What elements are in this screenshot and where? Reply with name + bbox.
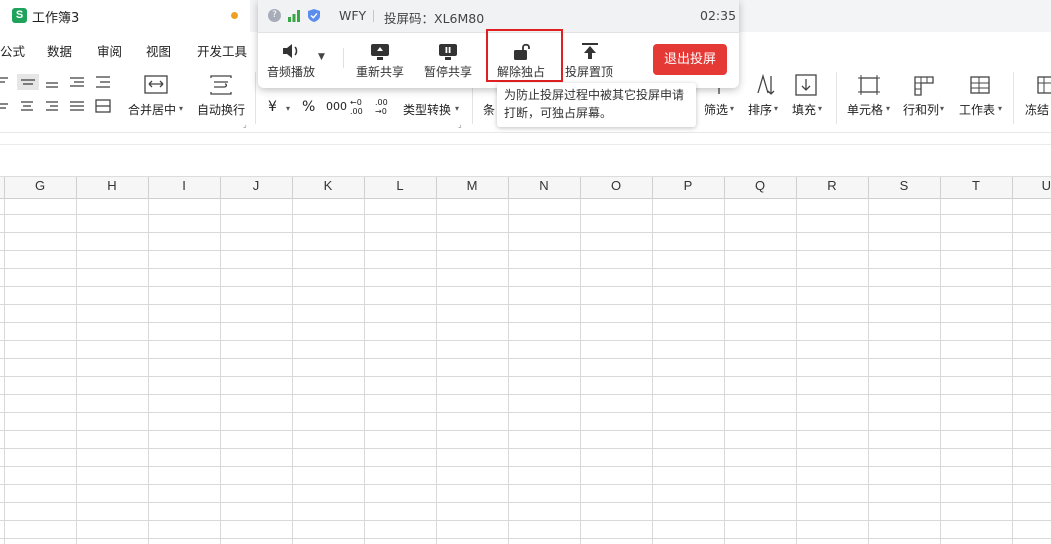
- sort-label[interactable]: 排序: [748, 101, 772, 118]
- freeze-label[interactable]: 冻结: [1025, 101, 1049, 118]
- merge-center-label[interactable]: 合并居中: [128, 101, 176, 118]
- column-header[interactable]: S: [868, 178, 940, 193]
- pin-top-label[interactable]: 投屏置顶: [565, 63, 613, 80]
- speaker-icon[interactable]: [281, 43, 301, 59]
- column-header[interactable]: G: [4, 178, 76, 193]
- thousands-button[interactable]: 000: [326, 100, 347, 113]
- unsaved-indicator: [231, 12, 238, 19]
- freeze-icon[interactable]: [1035, 74, 1051, 96]
- pin-top-icon[interactable]: [581, 42, 599, 60]
- reshare-label[interactable]: 重新共享: [356, 63, 404, 80]
- menu-data[interactable]: 数据: [47, 41, 72, 60]
- column-header[interactable]: I: [148, 178, 220, 193]
- worksheet-icon[interactable]: [968, 74, 992, 96]
- row-col-icon[interactable]: [912, 74, 936, 96]
- column-header[interactable]: M: [436, 178, 508, 193]
- currency-caret-icon[interactable]: ▾: [286, 104, 290, 113]
- column-header[interactable]: O: [580, 178, 652, 193]
- cell-label[interactable]: 单元格: [847, 101, 883, 118]
- shield-icon: [308, 9, 320, 22]
- column-header[interactable]: R: [796, 178, 868, 193]
- group-separator: [1013, 72, 1014, 124]
- worksheet-label[interactable]: 工作表: [959, 101, 995, 118]
- exit-share-button[interactable]: 退出投屏: [653, 44, 727, 75]
- tooltip-line: 打断，可独占屏幕。: [504, 106, 613, 120]
- conditional-format-label[interactable]: 条: [483, 101, 495, 118]
- column-header[interactable]: K: [292, 178, 364, 193]
- share-code: 投屏码：XL6M80: [384, 11, 485, 26]
- filter-label[interactable]: 筛选: [704, 101, 728, 118]
- fill-label[interactable]: 填充: [792, 101, 816, 118]
- decimal-increase-button[interactable]: ←0 .00: [350, 98, 368, 116]
- sort-caret-icon[interactable]: ▾: [774, 104, 778, 113]
- group-expand-icon[interactable]: ⌟: [243, 120, 247, 129]
- column-header[interactable]: Q: [724, 178, 796, 193]
- alignment-icons[interactable]: [0, 74, 115, 120]
- menu-view[interactable]: 视图: [146, 41, 171, 60]
- highlight-box: [486, 29, 563, 82]
- wrap-text-label[interactable]: 自动换行: [197, 101, 245, 118]
- column-header[interactable]: T: [940, 178, 1012, 193]
- tooltip: 为防止投屏过程中被其它投屏申请 打断，可独占屏幕。: [497, 83, 696, 127]
- help-icon[interactable]: ?: [268, 9, 281, 22]
- presenter-name: WFY: [339, 8, 367, 23]
- row-col-label[interactable]: 行和列: [903, 101, 939, 118]
- divider: [343, 48, 344, 68]
- document-title: 工作簿3: [32, 11, 80, 26]
- fill-icon[interactable]: [794, 73, 818, 97]
- group-separator: [255, 72, 256, 124]
- filter-caret-icon[interactable]: ▾: [730, 104, 734, 113]
- merge-cells-icon[interactable]: [143, 74, 169, 96]
- cell-grid[interactable]: [0, 198, 1051, 544]
- group-expand-icon[interactable]: ⌟: [458, 120, 462, 129]
- formula-bar[interactable]: [0, 144, 1051, 177]
- column-header[interactable]: J: [220, 178, 292, 193]
- type-convert-caret-icon[interactable]: ▾: [455, 104, 459, 113]
- group-separator: [836, 72, 837, 124]
- percent-button[interactable]: %: [302, 99, 315, 115]
- column-header[interactable]: H: [76, 178, 148, 193]
- menu-developer[interactable]: 开发工具: [197, 41, 247, 60]
- column-header[interactable]: P: [652, 178, 724, 193]
- column-header[interactable]: U: [1012, 178, 1051, 193]
- divider: [373, 10, 374, 22]
- pause-share-icon[interactable]: [438, 43, 458, 61]
- sort-icon[interactable]: [751, 73, 777, 97]
- row-col-caret-icon[interactable]: ▾: [940, 104, 944, 113]
- column-header[interactable]: L: [364, 178, 436, 193]
- share-timer: 02:35: [700, 8, 737, 23]
- audio-dropdown-icon[interactable]: ▼: [318, 52, 325, 62]
- cell-icon[interactable]: [857, 74, 881, 96]
- pause-share-label[interactable]: 暂停共享: [424, 63, 472, 80]
- column-header[interactable]: N: [508, 178, 580, 193]
- tooltip-line: 为防止投屏过程中被其它投屏申请: [504, 88, 685, 102]
- signal-icon: [288, 10, 300, 22]
- cell-caret-icon[interactable]: ▾: [886, 104, 890, 113]
- type-convert-label[interactable]: 类型转换: [403, 101, 451, 118]
- decimal-decrease-button[interactable]: .00 →0: [375, 98, 393, 116]
- fill-caret-icon[interactable]: ▾: [818, 104, 822, 113]
- menu-review[interactable]: 审阅: [97, 41, 122, 60]
- reshare-icon[interactable]: [370, 43, 390, 61]
- spreadsheet-app-icon: S: [12, 8, 27, 23]
- currency-button[interactable]: ¥: [268, 99, 277, 115]
- wrap-text-icon[interactable]: [208, 74, 234, 96]
- audio-playback-label[interactable]: 音频播放: [267, 63, 315, 80]
- merge-caret-icon[interactable]: ▾: [179, 104, 183, 113]
- worksheet-caret-icon[interactable]: ▾: [998, 104, 1002, 113]
- menu-formula[interactable]: 公式: [0, 41, 25, 60]
